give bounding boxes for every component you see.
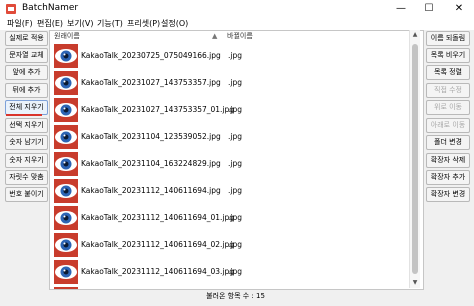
file-row[interactable]: KakaoTalk_20231112_140611694_02.jpg .jpg — [51, 232, 417, 258]
eye-icon — [54, 152, 78, 176]
batchnamer-app-icon — [6, 4, 16, 14]
file-row[interactable]: KakaoTalk_20231104_163224829.jpg .jpg — [51, 151, 417, 177]
left-button-7[interactable]: 숫자 지우기 — [5, 153, 48, 168]
file-row[interactable]: KakaoTalk_20231112_140611694.jpg .jpg — [51, 178, 417, 204]
eye-icon — [54, 44, 78, 68]
maximize-button[interactable]: ☐ — [414, 0, 444, 18]
file-new-name: .jpg — [228, 267, 242, 276]
left-button-1[interactable]: 문자열 교체 — [5, 48, 48, 63]
left-button-9[interactable]: 번호 붙이기 — [5, 187, 48, 202]
file-new-name: .jpg — [228, 105, 242, 114]
right-button-8[interactable]: 확장자 추가 — [426, 170, 470, 185]
list-scrollbar[interactable]: ▲ ▼ — [409, 30, 420, 288]
right-button-2[interactable]: 목록 정렬 — [426, 65, 470, 80]
scroll-thumb[interactable] — [412, 44, 418, 274]
minimize-button[interactable]: — — [386, 0, 416, 18]
right-button-6[interactable]: 폴더 변경 — [426, 135, 470, 150]
file-new-name: .jpg — [228, 186, 242, 195]
scroll-up-arrow-icon[interactable]: ▲ — [410, 30, 420, 40]
file-original-name: KakaoTalk_20231112_140611694.jpg — [81, 186, 221, 195]
title-bar: BatchNamer — ☐ ✕ — [0, 0, 474, 18]
file-new-name: .jpg — [228, 159, 242, 168]
right-button-4[interactable]: 위로 이동 — [426, 100, 470, 115]
eye-icon — [54, 98, 78, 122]
menu-bar: 파일(F) 편집(E) 보기(V) 기능(T) 프리셋(P) 설정(O) — [0, 18, 474, 30]
file-original-name: KakaoTalk_20231112_140611694_03.jpg — [81, 267, 235, 276]
eye-icon — [54, 206, 78, 230]
left-button-0[interactable]: 실제로 적용 — [5, 31, 48, 46]
file-row[interactable]: KakaoTalk_20231027_143753357.jpg .jpg — [51, 70, 417, 96]
left-button-4[interactable]: 전체 지우기 — [5, 100, 48, 115]
file-row[interactable]: KakaoTalk_20231027_143753357_01.jpg .jpg — [51, 97, 417, 123]
close-button[interactable]: ✕ — [444, 0, 474, 18]
right-button-9[interactable]: 확장자 변경 — [426, 187, 470, 202]
menu-function[interactable]: 기능(T) — [97, 18, 123, 30]
file-row[interactable]: KakaoTalk_20231104_123539052.jpg .jpg — [51, 124, 417, 150]
left-button-5[interactable]: 선택 지우기 — [5, 118, 48, 133]
status-bar: 불러온 항목 수 : 15 — [206, 292, 265, 300]
column-header-new-name[interactable]: 바뀔이름 — [227, 31, 253, 42]
menu-file[interactable]: 파일(F) — [7, 18, 33, 30]
right-button-0[interactable]: 이름 되돌림 — [426, 31, 470, 46]
eye-icon — [54, 71, 78, 95]
eye-icon — [54, 233, 78, 257]
eye-icon — [54, 125, 78, 149]
sort-ascending-icon: ▲ — [212, 32, 218, 40]
menu-preset[interactable]: 프리셋(P) — [127, 18, 160, 30]
column-header-original-name[interactable]: 원래이름 — [54, 31, 80, 42]
file-original-name: KakaoTalk_20231104_123539052.jpg — [81, 132, 221, 141]
file-new-name: .jpg — [228, 213, 242, 222]
eye-icon — [54, 260, 78, 284]
menu-settings[interactable]: 설정(O) — [161, 18, 188, 30]
menu-edit[interactable]: 편집(E) — [37, 18, 63, 30]
right-button-7[interactable]: 확장자 삭제 — [426, 153, 470, 168]
right-button-5[interactable]: 아래로 이동 — [426, 118, 470, 133]
file-new-name: .jpg — [228, 240, 242, 249]
file-original-name: KakaoTalk_20231027_143753357.jpg — [81, 78, 221, 87]
focus-underline — [6, 114, 42, 116]
eye-icon — [54, 179, 78, 203]
file-row[interactable]: KakaoTalk_20230725_075049166.jpg .jpg — [51, 43, 417, 69]
file-original-name: KakaoTalk_20230725_075049166.jpg — [81, 51, 221, 60]
file-new-name: .jpg — [228, 78, 242, 87]
left-button-2[interactable]: 앞에 추가 — [5, 65, 48, 80]
file-original-name: KakaoTalk_20231104_163224829.jpg — [81, 159, 221, 168]
right-button-1[interactable]: 목록 비우기 — [426, 48, 470, 63]
file-original-name: KakaoTalk_20231112_140611694_01.jpg — [81, 213, 235, 222]
right-button-3[interactable]: 직접 수정 — [426, 83, 470, 98]
left-button-8[interactable]: 자릿수 맞춤 — [5, 170, 48, 185]
file-original-name: KakaoTalk_20231027_143753357_01.jpg — [81, 105, 235, 114]
file-list[interactable]: 원래이름 ▲ 바뀔이름 KakaoTalk_20230725_075049166… — [49, 30, 424, 290]
left-button-6[interactable]: 숫자 남기기 — [5, 135, 48, 150]
file-row[interactable]: KakaoTalk_20231112_140611694_01.jpg .jpg — [51, 205, 417, 231]
scroll-down-arrow-icon[interactable]: ▼ — [410, 278, 420, 288]
file-row[interactable]: KakaoTalk_20231112_140611694_03.jpg .jpg — [51, 259, 417, 285]
left-button-3[interactable]: 뒤에 추가 — [5, 83, 48, 98]
file-new-name: .jpg — [228, 51, 242, 60]
file-new-name: .jpg — [228, 132, 242, 141]
menu-view[interactable]: 보기(V) — [67, 18, 93, 30]
file-original-name: KakaoTalk_20231112_140611694_02.jpg — [81, 240, 235, 249]
window-title: BatchNamer — [22, 3, 79, 13]
